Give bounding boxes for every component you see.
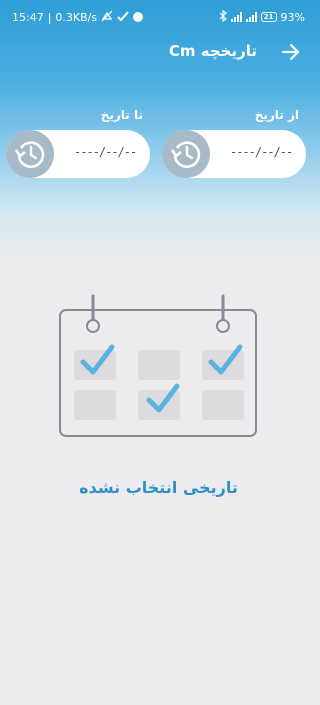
status-speed: 0.3KB/s [55, 10, 98, 24]
history-clock-icon [14, 141, 45, 169]
arrow-right-icon [281, 43, 300, 61]
data-off-icon [101, 10, 113, 25]
status-time: 15:47 [12, 10, 44, 24]
signal-strength-icon-2 [245, 12, 257, 22]
calendar-checks-icon [59, 294, 257, 437]
bluetooth-icon [219, 9, 227, 25]
to-date-picker[interactable]: ----/--/-- [6, 130, 150, 178]
from-date-label: از تاریخ [254, 108, 299, 122]
to-date-label: تا تاریخ [100, 108, 143, 122]
status-bar: 15:47 | 0.3KB/s 21 93% [0, 0, 317, 34]
notification-badge-icon [133, 12, 144, 22]
from-date-picker[interactable]: ----/--/-- [162, 130, 306, 178]
status-divider: | [47, 10, 52, 24]
from-date-clock-button[interactable] [162, 130, 210, 178]
to-date-clock-button[interactable] [6, 130, 54, 178]
signal-strength-icon [230, 12, 242, 22]
battery-icon: 21 [260, 12, 277, 22]
empty-state-message: تاریخی انتخاب نشده [79, 478, 238, 497]
status-right: 21 93% [219, 9, 305, 25]
app-bar: تاریخچه Cm [0, 34, 317, 72]
history-clock-icon [170, 141, 201, 169]
status-left: 15:47 | 0.3KB/s [12, 10, 144, 25]
page-title: تاریخچه Cm [168, 42, 257, 60]
from-date-value: ----/--/-- [230, 145, 293, 159]
battery-percent: 93% [280, 10, 305, 24]
back-button[interactable] [279, 40, 303, 64]
check-status-icon [117, 10, 129, 25]
battery-badge: 21 [263, 13, 274, 21]
to-date-value: ----/--/-- [74, 145, 137, 159]
